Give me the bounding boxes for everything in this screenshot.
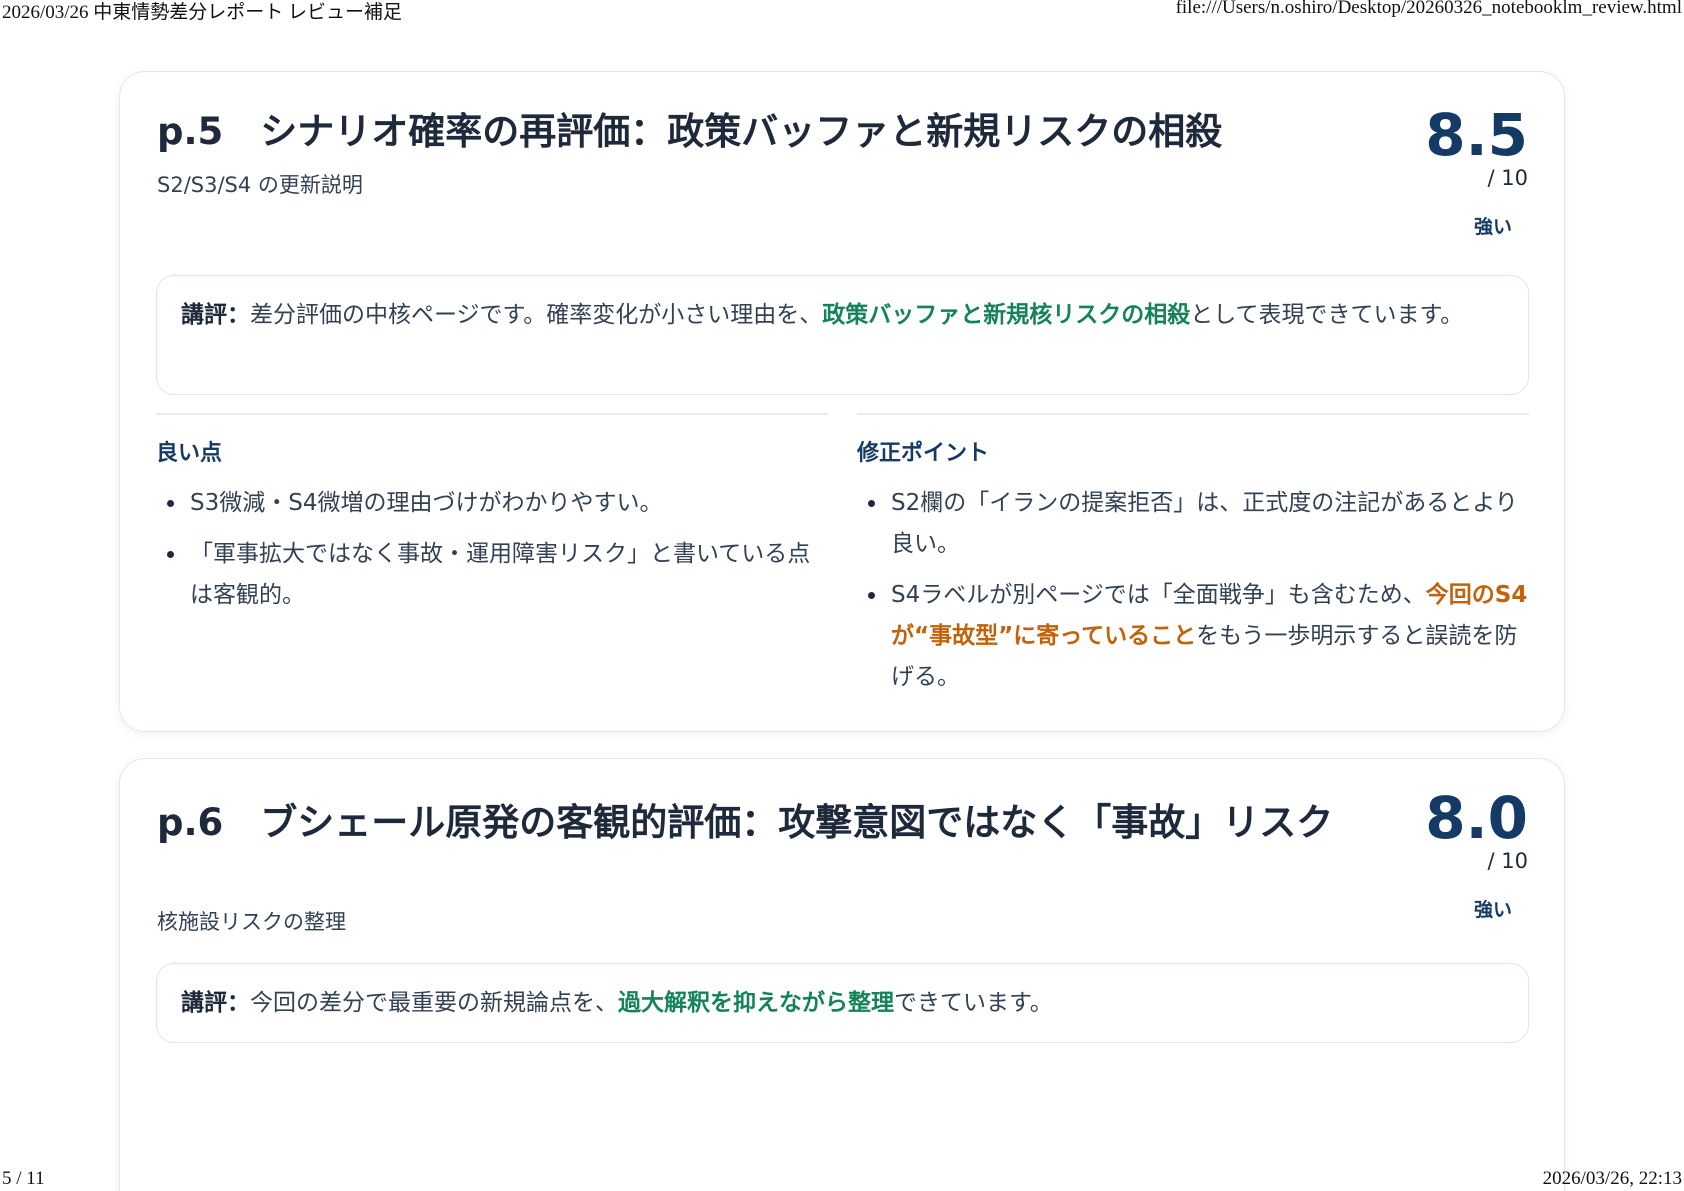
score-value: 8.5	[1425, 101, 1528, 169]
score-box: 8.0 / 10 強い	[1348, 783, 1528, 922]
comment-box: 講評：差分評価の中核ページです。確率変化が小さい理由を、政策バッファと新規核リス…	[156, 275, 1529, 395]
print-header-title: 2026/03/26 中東情勢差分レポート レビュー補足	[2, 2, 403, 23]
card-subtitle: 核施設リスクの整理	[157, 910, 346, 934]
list-item: 「軍事拡大ではなく事故・運用障害リスク」と書いている点は客観的。	[156, 534, 828, 616]
good-points-list: S3微減・S4微増の理由づけがわかりやすい。 「軍事拡大ではなく事故・運用障害リ…	[156, 483, 828, 616]
page-number: 5 / 11	[2, 1168, 45, 1189]
comment-highlight: 過大解釈を抑えながら整理	[618, 990, 894, 1016]
score-grade: 強い	[1473, 216, 1512, 238]
comment-text: 今回の差分で最重要の新規論点を、	[250, 990, 618, 1016]
comment-highlight: 政策バッファと新規核リスクの相殺	[822, 302, 1191, 328]
comment-prefix: 講評：	[181, 302, 250, 328]
comment-text-end: できています。	[894, 990, 1053, 1016]
card-title: p.6 ブシェール原発の客観的評価：攻撃意図ではなく「事故」リスク	[157, 801, 1334, 844]
comment-box: 講評：今回の差分で最重要の新規論点を、過大解釈を抑えながら整理できています。	[156, 963, 1529, 1043]
score-box: 8.5 / 10 強い	[1348, 100, 1528, 239]
fix-points-list: S2欄の「イランの提案拒否」は、正式度の注記があるとより良い。 S4ラベルが別ペ…	[857, 483, 1529, 698]
print-header: 2026/03/26 中東情勢差分レポート レビュー補足 file:///Use…	[0, 0, 1684, 24]
list-item: S2欄の「イランの提案拒否」は、正式度の注記があるとより良い。	[857, 483, 1529, 565]
print-header-url: file:///Users/n.oshiro/Desktop/20260326_…	[1175, 0, 1682, 18]
review-card-p6: p.6 ブシェール原発の客観的評価：攻撃意図ではなく「事故」リスク 核施設リスク…	[119, 758, 1565, 1191]
good-points-heading: 良い点	[156, 441, 223, 466]
fix-points-column: 修正ポイント S2欄の「イランの提案拒否」は、正式度の注記があるとより良い。 S…	[857, 413, 1529, 708]
list-item: S4ラベルが別ページでは「全面戦争」も含むため、今回のS4が“事故型”に寄ってい…	[857, 575, 1529, 698]
card-title: p.5 シナリオ確率の再評価：政策バッファと新規リスクの相殺	[157, 110, 1223, 153]
review-card-p5: p.5 シナリオ確率の再評価：政策バッファと新規リスクの相殺 S2/S3/S4 …	[119, 71, 1565, 732]
good-points-column: 良い点 S3微減・S4微増の理由づけがわかりやすい。 「軍事拡大ではなく事故・運…	[156, 413, 828, 626]
print-footer: 5 / 11 2026/03/26, 22:13	[0, 1168, 1684, 1190]
comment-prefix: 講評：	[181, 990, 250, 1016]
score-grade: 強い	[1473, 899, 1512, 921]
list-item: S3微減・S4微増の理由づけがわかりやすい。	[156, 483, 828, 524]
print-datetime: 2026/03/26, 22:13	[1542, 1168, 1682, 1189]
list-item-text: S4ラベルが別ページでは「全面戦争」も含むため、	[891, 582, 1426, 608]
comment-text-end: として表現できています。	[1190, 302, 1464, 328]
fix-points-heading: 修正ポイント	[857, 441, 990, 466]
comment-text: 差分評価の中核ページです。確率変化が小さい理由を、	[250, 302, 823, 328]
score-value: 8.0	[1425, 784, 1528, 852]
card-subtitle: S2/S3/S4 の更新説明	[157, 173, 363, 197]
